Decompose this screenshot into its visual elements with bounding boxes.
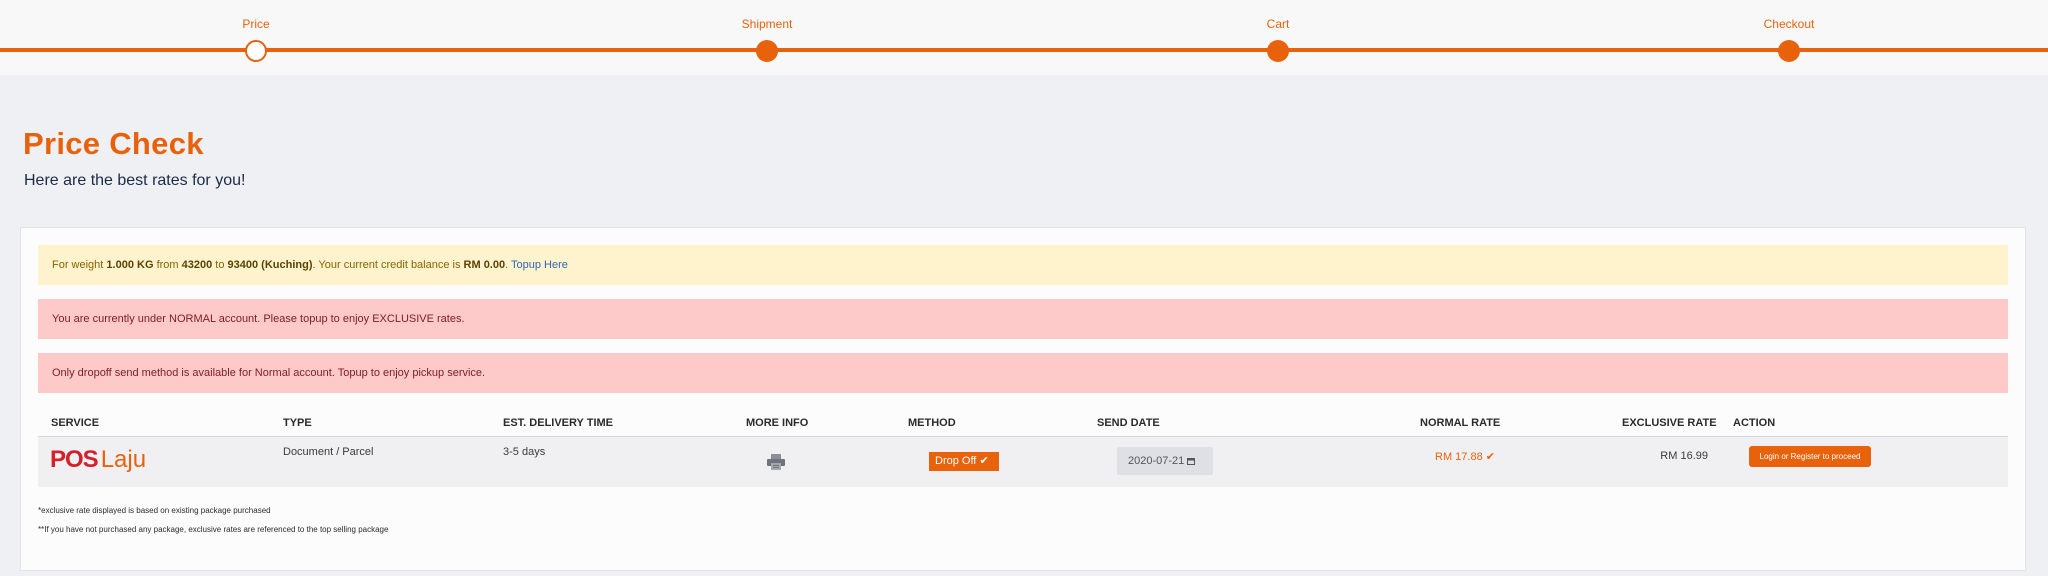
alert-text: . Your current credit balance is xyxy=(312,259,464,271)
column-header-more-info: MORE INFO xyxy=(746,417,809,429)
service-type: Document / Parcel xyxy=(283,446,374,458)
credit-balance: RM 0.00 xyxy=(463,259,506,271)
table-row: POS Laju Document / Parcel 3-5 days Drop … xyxy=(38,437,2008,487)
printer-icon[interactable] xyxy=(767,454,785,470)
page-title: Price Check xyxy=(23,126,204,161)
footnote-package: **If you have not purchased any package,… xyxy=(38,525,389,534)
weight-value: 1.000 KG xyxy=(106,259,154,271)
column-header-service: SERVICE xyxy=(51,417,100,429)
column-header-type: TYPE xyxy=(283,417,312,429)
topup-link[interactable]: Topup Here xyxy=(511,259,568,271)
exclusive-rate: RM 16.99 xyxy=(1660,450,1708,462)
column-header-send-date: SEND DATE xyxy=(1097,417,1160,429)
progress-stepper: Price Shipment Cart Checkout xyxy=(0,0,2048,75)
step-checkout[interactable]: Checkout xyxy=(1689,0,1889,75)
account-warning-alert: You are currently under NORMAL account. … xyxy=(38,299,2008,339)
footnote-exclusive: *exclusive rate displayed is based on ex… xyxy=(38,506,271,515)
step-label: Price xyxy=(242,17,270,31)
check-icon: ✔ xyxy=(979,455,989,467)
calendar-icon xyxy=(1187,458,1196,466)
weight-info-alert: For weight 1.000 KG from 43200 to 93400 … xyxy=(38,245,2008,285)
delivery-time: 3-5 days xyxy=(503,446,546,458)
method-warning-alert: Only dropoff send method is available fo… xyxy=(38,353,2008,393)
column-header-exclusive-rate: EXCLUSIVE RATE xyxy=(1622,417,1717,429)
step-label: Shipment xyxy=(741,17,793,31)
send-date-picker[interactable]: 2020-07-21 xyxy=(1117,447,1213,475)
column-header-delivery: EST. DELIVERY TIME xyxy=(503,417,614,429)
step-price[interactable]: Price xyxy=(156,0,356,75)
to-postcode: 93400 (Kuching) xyxy=(227,259,313,271)
column-header-method: METHOD xyxy=(908,417,956,429)
method-label: Drop Off xyxy=(935,455,977,467)
alert-text: For weight xyxy=(52,259,107,271)
step-shipment[interactable]: Shipment xyxy=(667,0,867,75)
step-label: Cart xyxy=(1266,17,1290,31)
step-dot xyxy=(756,40,778,62)
step-dot xyxy=(1267,40,1289,62)
step-label: Checkout xyxy=(1763,17,1815,31)
column-header-action: ACTION xyxy=(1733,417,1776,429)
normal-rate-value: RM 17.88 xyxy=(1435,451,1483,463)
alert-text: to xyxy=(212,259,228,271)
drop-off-button[interactable]: Drop Off ✔ xyxy=(929,452,999,471)
check-icon: ✔ xyxy=(1485,451,1495,463)
step-dot-current xyxy=(245,40,267,62)
step-cart[interactable]: Cart xyxy=(1178,0,1378,75)
step-dot xyxy=(1778,40,1800,62)
from-postcode: 43200 xyxy=(181,259,213,271)
alert-text: from xyxy=(153,259,182,271)
send-date-value: 2020-07-21 xyxy=(1128,455,1185,467)
normal-rate: RM 17.88 ✔ xyxy=(1435,450,1495,463)
price-card: For weight 1.000 KG from 43200 to 93400 … xyxy=(20,227,2026,571)
login-register-button[interactable]: Login or Register to proceed xyxy=(1749,446,1871,467)
pos-laju-logo: POS Laju xyxy=(50,446,147,473)
column-header-normal-rate: NORMAL RATE xyxy=(1420,417,1501,429)
page-subtitle: Here are the best rates for you! xyxy=(24,172,246,189)
